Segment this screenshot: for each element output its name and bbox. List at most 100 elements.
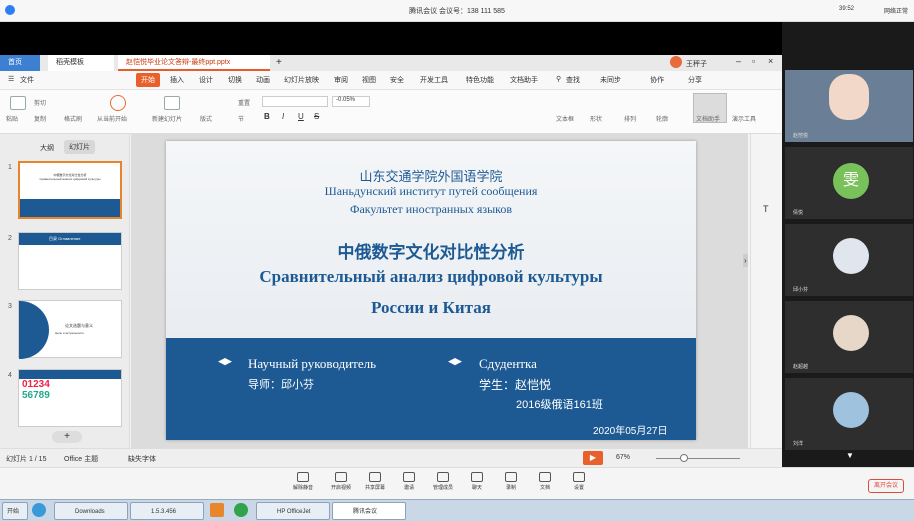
participant-tile[interactable]: 赵恺悦: [785, 70, 913, 142]
presentation-tools-button[interactable]: 演示工具: [732, 114, 756, 123]
menu-animation[interactable]: 动画: [256, 75, 270, 85]
search-icon[interactable]: ⚲: [556, 75, 561, 83]
menu-transitions[interactable]: 切换: [228, 75, 242, 85]
right-tool-panel: T ›: [743, 134, 782, 448]
avatar[interactable]: [670, 56, 682, 68]
zoom-slider[interactable]: [656, 458, 740, 459]
cut-button[interactable]: 剪切: [34, 98, 46, 107]
record-button[interactable]: 录制: [494, 472, 528, 491]
slide-thumbnail-3[interactable]: 论文选题与意义 Цель и актуальность: [18, 300, 122, 359]
taskbar-item-printer[interactable]: HP OfficeJet: [256, 502, 330, 520]
zoom-level[interactable]: 67%: [616, 454, 630, 461]
collapse-panel-icon[interactable]: ›: [743, 254, 748, 267]
format-painter-button[interactable]: 格式刷: [64, 114, 82, 123]
slide-thumbnail-2[interactable]: 目录 Оглавление: [18, 232, 122, 290]
arrange-button[interactable]: 排列: [624, 114, 636, 123]
bold-button[interactable]: B: [264, 112, 270, 121]
share-button[interactable]: 分享: [688, 75, 702, 85]
menu-file[interactable]: 文件: [20, 75, 34, 85]
tab-home[interactable]: 首页: [0, 55, 40, 71]
menu-insert[interactable]: 插入: [170, 75, 184, 85]
chat-button[interactable]: 聊天: [460, 472, 494, 491]
underline-button[interactable]: U: [298, 112, 304, 121]
tab-document[interactable]: 赵恺悦毕业论文答辩-最终ppt.pptx: [118, 55, 270, 71]
participant-tile[interactable]: 刘洋: [785, 378, 913, 450]
strikethrough-button[interactable]: S: [314, 112, 319, 121]
manage-members-button[interactable]: 管理成员: [426, 472, 460, 491]
menu-developer[interactable]: 开发工具: [420, 75, 448, 85]
leave-meeting-button[interactable]: 离开会议: [868, 479, 904, 493]
missing-font-button[interactable]: 缺失字体: [128, 454, 156, 464]
menu-design[interactable]: 设计: [199, 75, 213, 85]
text-tool-icon[interactable]: T: [763, 204, 769, 214]
menu-features[interactable]: 特色功能: [466, 75, 494, 85]
thumb-number: 2: [8, 235, 12, 242]
play-slideshow-button[interactable]: ▶: [583, 451, 603, 465]
chat-icon: [471, 472, 483, 482]
menu-doc-assistant[interactable]: 文档助手: [510, 75, 538, 85]
menu-bar: ☰ 文件 开始 插入 设计 切换 动画 幻灯片放映 审阅 视图 安全 开发工具 …: [0, 71, 782, 90]
copy-button[interactable]: 复制: [34, 114, 46, 123]
app-icon[interactable]: [234, 503, 248, 517]
new-slide-icon[interactable]: [164, 96, 180, 110]
participant-name: 邱小芬: [793, 287, 809, 293]
from-current-button[interactable]: 从当前开始: [97, 114, 127, 123]
close-icon[interactable]: ×: [768, 56, 773, 66]
minimize-icon[interactable]: –: [736, 56, 741, 66]
reset-button[interactable]: 重置: [238, 98, 250, 107]
taskbar-item-meeting[interactable]: 腾讯会议: [332, 502, 406, 520]
thumb-number: 3: [8, 303, 12, 310]
layout-button[interactable]: 版式: [200, 114, 212, 123]
slide-thumbnail-4[interactable]: 01234 56789: [18, 369, 122, 427]
chevron-down-icon[interactable]: ▼: [846, 451, 854, 460]
thumb-number: 1: [8, 164, 12, 171]
tab-docer[interactable]: 稻壳模板: [48, 55, 114, 71]
unmute-button[interactable]: 解除静音: [286, 472, 320, 491]
user-name: 王秤子: [686, 61, 707, 68]
italic-button[interactable]: I: [282, 112, 284, 121]
shapes-button[interactable]: 形状: [590, 114, 602, 123]
start-button[interactable]: 开始: [2, 502, 28, 520]
settings-button[interactable]: 设置: [562, 472, 596, 491]
taskbar-item-folder2[interactable]: 1.5.3.456: [130, 502, 204, 520]
collab-button[interactable]: 协作: [650, 75, 664, 85]
participant-tile[interactable]: 雯 倩悦: [785, 147, 913, 219]
docs-button[interactable]: 文档: [528, 472, 562, 491]
menu-find[interactable]: 查找: [566, 75, 580, 85]
maximize-icon[interactable]: ▫: [752, 56, 755, 66]
tab-outline[interactable]: 大纲: [40, 143, 54, 153]
participant-tile[interactable]: 邱小芬: [785, 224, 913, 296]
thumb-title: 01234: [22, 379, 50, 390]
menu-security[interactable]: 安全: [390, 75, 404, 85]
play-icon[interactable]: [110, 95, 126, 111]
text-box-button[interactable]: 文本框: [556, 114, 574, 123]
menu-slideshow[interactable]: 幻灯片放映: [284, 75, 319, 85]
participant-name: 倩悦: [793, 210, 804, 216]
section-button[interactable]: 节: [238, 114, 244, 123]
add-tab-icon[interactable]: +: [276, 57, 282, 68]
current-slide[interactable]: 山东交通学院外国语学院 Шаньдунский институт путей с…: [166, 141, 696, 440]
zoom-handle[interactable]: [680, 454, 688, 462]
media-player-icon[interactable]: [210, 503, 224, 517]
menu-view[interactable]: 视图: [362, 75, 376, 85]
video-button[interactable]: 开启视频: [324, 472, 358, 491]
menu-icon[interactable]: ☰: [8, 75, 14, 83]
slide-footer-band: Научный руководитель 导师：邱小芬 Сдудентка 学生…: [166, 338, 696, 440]
paste-icon[interactable]: [10, 96, 26, 110]
participant-avatar: [833, 315, 869, 351]
tab-slides[interactable]: 幻灯片: [64, 140, 95, 154]
theme-name: Office 主题: [64, 456, 99, 463]
add-slide-button[interactable]: +: [52, 431, 82, 443]
taskbar-item-folder[interactable]: Downloads: [54, 502, 128, 520]
invite-button[interactable]: 邀请: [392, 472, 426, 491]
font-name-field[interactable]: [262, 96, 328, 107]
participant-tile[interactable]: 赵超越: [785, 301, 913, 373]
slide-thumbnail-1[interactable]: 中俄数字文化对比性分析 Сравнительный анализ цифрово…: [18, 161, 122, 219]
outline-button[interactable]: 轮廓: [656, 114, 668, 123]
share-screen-button[interactable]: 共享屏幕: [358, 472, 392, 491]
sync-status[interactable]: 未同步: [600, 75, 621, 85]
font-size-field[interactable]: -0.05%: [332, 96, 370, 107]
menu-review[interactable]: 审阅: [334, 75, 348, 85]
browser-icon[interactable]: [32, 503, 46, 517]
menu-home[interactable]: 开始: [136, 73, 160, 87]
